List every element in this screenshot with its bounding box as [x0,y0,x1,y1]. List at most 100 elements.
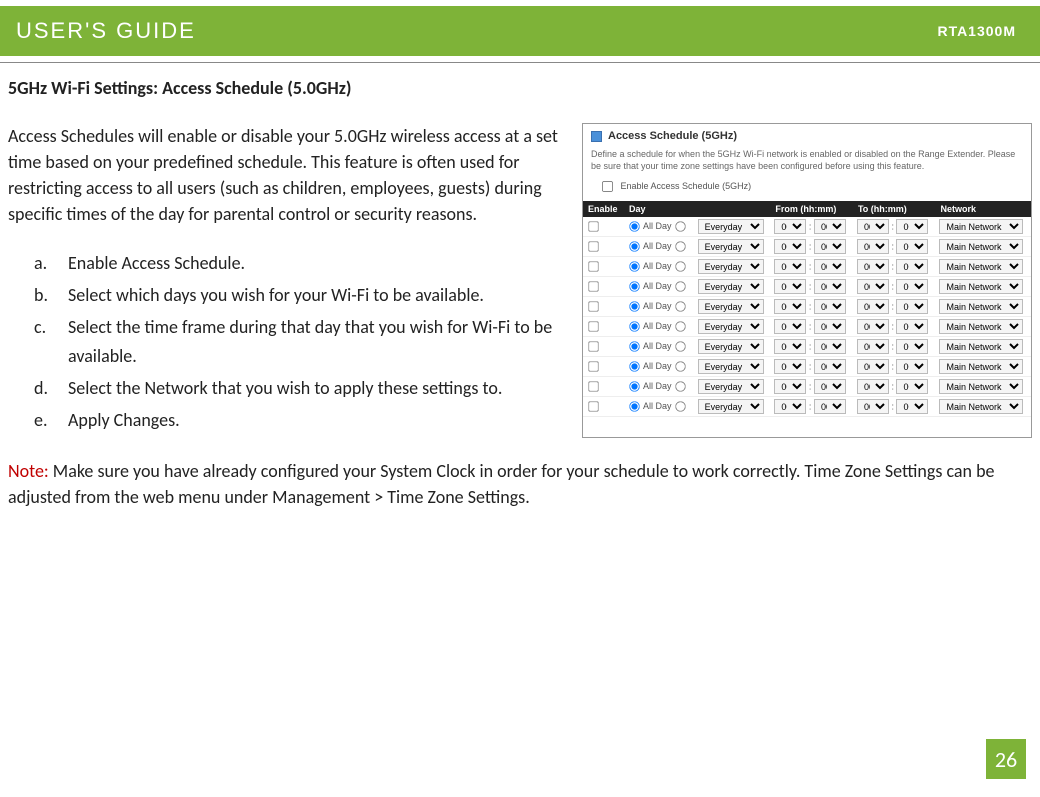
specific-day-radio[interactable] [675,242,685,252]
from-mm-select[interactable]: 00 [814,219,846,234]
page-number: 26 [995,746,1017,773]
day-select[interactable]: Everyday [698,299,764,314]
from-hh-select[interactable]: 00 [774,319,806,334]
all-day-radio[interactable] [629,382,639,392]
specific-day-radio[interactable] [675,282,685,292]
from-hh-select[interactable]: 00 [774,219,806,234]
all-day-radio[interactable] [629,362,639,372]
from-mm-select[interactable]: 00 [814,239,846,254]
to-hh-select[interactable]: 00 [857,219,889,234]
day-select[interactable]: Everyday [698,219,764,234]
to-hh-select[interactable]: 00 [857,379,889,394]
day-select[interactable]: Everyday [698,319,764,334]
all-day-radio[interactable] [629,242,639,252]
step-letter: d. [34,374,68,404]
row-enable-checkbox[interactable] [588,342,598,352]
day-select[interactable]: Everyday [698,399,764,414]
specific-day-radio[interactable] [675,322,685,332]
to-mm-select[interactable]: 00 [896,299,928,314]
network-select[interactable]: Main Network [939,259,1023,274]
from-hh-select[interactable]: 00 [774,399,806,414]
all-day-radio[interactable] [629,342,639,352]
from-mm-select[interactable]: 00 [814,259,846,274]
panel-description: Define a schedule for when the 5GHz Wi-F… [583,148,1031,180]
from-mm-select[interactable]: 00 [814,339,846,354]
network-select[interactable]: Main Network [939,219,1023,234]
network-select[interactable]: Main Network [939,339,1023,354]
from-mm-select[interactable]: 00 [814,379,846,394]
all-day-radio[interactable] [629,222,639,232]
day-select[interactable]: Everyday [698,379,764,394]
row-enable-checkbox[interactable] [588,382,598,392]
from-mm-select[interactable]: 00 [814,299,846,314]
network-select[interactable]: Main Network [939,299,1023,314]
to-mm-select[interactable]: 00 [896,239,928,254]
from-hh-select[interactable]: 00 [774,259,806,274]
all-day-radio[interactable] [629,282,639,292]
to-hh-select[interactable]: 00 [857,279,889,294]
to-mm-select[interactable]: 00 [896,399,928,414]
table-row: All Day Everyday00 : 0000 : 00Main Netwo… [583,237,1031,257]
to-hh-select[interactable]: 00 [857,339,889,354]
from-mm-select[interactable]: 00 [814,319,846,334]
network-select[interactable]: Main Network [939,239,1023,254]
to-hh-select[interactable]: 00 [857,239,889,254]
all-day-radio[interactable] [629,402,639,412]
all-day-radio[interactable] [629,262,639,272]
day-select[interactable]: Everyday [698,259,764,274]
to-mm-select[interactable]: 00 [896,219,928,234]
to-mm-select[interactable]: 00 [896,379,928,394]
to-hh-select[interactable]: 00 [857,399,889,414]
to-mm-select[interactable]: 00 [896,319,928,334]
to-mm-select[interactable]: 00 [896,359,928,374]
from-hh-select[interactable]: 00 [774,379,806,394]
row-enable-checkbox[interactable] [588,402,598,412]
network-select[interactable]: Main Network [939,399,1023,414]
row-enable-checkbox[interactable] [588,362,598,372]
from-hh-select[interactable]: 00 [774,339,806,354]
row-enable-checkbox[interactable] [588,222,598,232]
specific-day-radio[interactable] [675,382,685,392]
network-select[interactable]: Main Network [939,359,1023,374]
specific-day-radio[interactable] [675,302,685,312]
row-enable-checkbox[interactable] [588,242,598,252]
day-select[interactable]: Everyday [698,239,764,254]
day-select[interactable]: Everyday [698,359,764,374]
row-enable-checkbox[interactable] [588,322,598,332]
network-select[interactable]: Main Network [939,279,1023,294]
specific-day-radio[interactable] [675,262,685,272]
specific-day-radio[interactable] [675,402,685,412]
from-hh-select[interactable]: 00 [774,279,806,294]
from-mm-select[interactable]: 00 [814,399,846,414]
network-select[interactable]: Main Network [939,319,1023,334]
network-select[interactable]: Main Network [939,379,1023,394]
to-mm-select[interactable]: 00 [896,279,928,294]
to-hh-select[interactable]: 00 [857,259,889,274]
enable-schedule-checkbox[interactable] [602,181,613,192]
specific-day-radio[interactable] [675,222,685,232]
from-hh-select[interactable]: 00 [774,239,806,254]
specific-day-radio[interactable] [675,342,685,352]
table-row: All Day Everyday00 : 0000 : 00Main Netwo… [583,277,1031,297]
guide-title: USER'S GUIDE [16,18,196,44]
step-text: Select the Network that you wish to appl… [68,374,502,404]
from-mm-select[interactable]: 00 [814,279,846,294]
row-enable-checkbox[interactable] [588,282,598,292]
to-hh-select[interactable]: 00 [857,359,889,374]
all-day-radio[interactable] [629,302,639,312]
to-hh-select[interactable]: 00 [857,299,889,314]
day-select[interactable]: Everyday [698,279,764,294]
from-hh-select[interactable]: 00 [774,359,806,374]
row-enable-checkbox[interactable] [588,262,598,272]
to-hh-select[interactable]: 00 [857,319,889,334]
all-day-radio[interactable] [629,322,639,332]
specific-day-radio[interactable] [675,362,685,372]
to-mm-select[interactable]: 00 [896,339,928,354]
step-text: Select which days you wish for your Wi-F… [68,281,484,311]
day-select[interactable]: Everyday [698,339,764,354]
from-mm-select[interactable]: 00 [814,359,846,374]
step-text: Apply Changes. [68,406,180,436]
row-enable-checkbox[interactable] [588,302,598,312]
from-hh-select[interactable]: 00 [774,299,806,314]
to-mm-select[interactable]: 00 [896,259,928,274]
